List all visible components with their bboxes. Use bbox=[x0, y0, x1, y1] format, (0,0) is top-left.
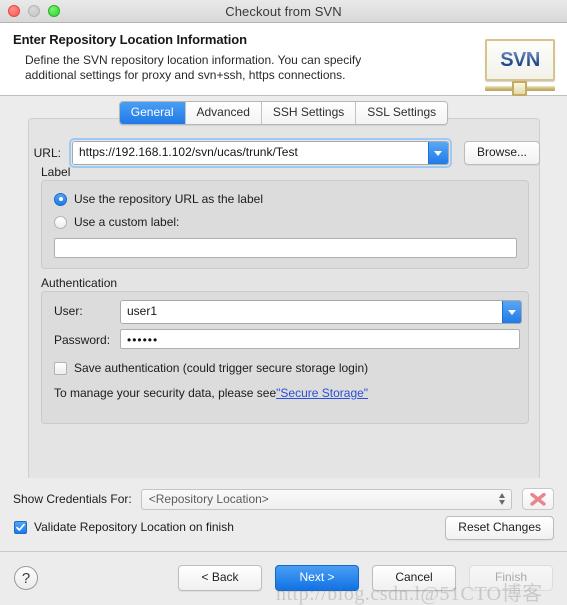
show-credentials-row: Show Credentials For: <Repository Locati… bbox=[13, 488, 554, 510]
browse-button[interactable]: Browse... bbox=[463, 141, 540, 165]
help-button[interactable]: ? bbox=[14, 566, 38, 590]
radio-use-repository-url-label: Use the repository URL as the label bbox=[74, 192, 263, 206]
save-authentication-label: Save authentication (could trigger secur… bbox=[74, 361, 369, 375]
svn-logo-node bbox=[512, 81, 527, 96]
svn-logo-screen: SVN bbox=[485, 39, 555, 81]
password-input[interactable]: •••••• bbox=[120, 329, 520, 349]
tab-advanced[interactable]: Advanced bbox=[185, 102, 262, 124]
secure-storage-note: To manage your security data, please see… bbox=[54, 386, 368, 400]
tab-general[interactable]: General bbox=[119, 102, 186, 124]
close-window-button[interactable] bbox=[8, 5, 20, 17]
label-section-title: Label bbox=[41, 165, 71, 179]
delete-credentials-button[interactable] bbox=[522, 488, 554, 510]
secure-storage-note-text: To manage your security data, please see bbox=[54, 386, 277, 400]
window-title: Checkout from SVN bbox=[225, 3, 342, 19]
reset-changes-button[interactable]: Reset Changes bbox=[445, 516, 554, 540]
general-tab-panel: URL: https://192.168.1.102/svn/ucas/trun… bbox=[28, 118, 540, 519]
finish-button: Finish bbox=[469, 565, 553, 591]
page-description-line-1: Define the SVN repository location infor… bbox=[25, 53, 362, 67]
svn-logo-text: SVN bbox=[500, 48, 540, 71]
page-description: Define the SVN repository location infor… bbox=[25, 53, 445, 83]
cancel-button[interactable]: Cancel bbox=[372, 565, 456, 591]
save-authentication-checkbox[interactable]: Save authentication (could trigger secur… bbox=[54, 361, 368, 375]
chevron-up-icon bbox=[499, 492, 505, 498]
radio-use-custom-label[interactable]: Use a custom label: bbox=[54, 215, 179, 229]
minimize-window-button[interactable] bbox=[28, 5, 40, 17]
footer-controls: Show Credentials For: <Repository Locati… bbox=[0, 478, 567, 548]
svn-logo-icon: SVN bbox=[485, 39, 555, 96]
url-dropdown-button[interactable] bbox=[427, 142, 448, 164]
secure-storage-link[interactable]: "Secure Storage" bbox=[276, 386, 368, 400]
label-section-box: Use the repository URL as the label Use … bbox=[41, 180, 529, 269]
validate-repository-checkbox[interactable]: Validate Repository Location on finish bbox=[14, 520, 234, 534]
tab-ssl-settings[interactable]: SSL Settings bbox=[356, 102, 448, 124]
authentication-section-box: User: user1 Password: •••••• Save authen… bbox=[41, 291, 529, 424]
next-button[interactable]: Next > bbox=[275, 565, 359, 591]
dialog-header: Enter Repository Location Information De… bbox=[0, 23, 567, 96]
page-title: Enter Repository Location Information bbox=[13, 32, 247, 47]
custom-label-input[interactable] bbox=[54, 238, 517, 258]
radio-use-repository-url[interactable]: Use the repository URL as the label bbox=[54, 192, 263, 206]
password-label: Password: bbox=[54, 333, 111, 347]
page-description-line-2: additional settings for proxy and svn+ss… bbox=[25, 68, 346, 82]
user-combobox[interactable]: user1 bbox=[120, 300, 522, 324]
user-input[interactable]: user1 bbox=[121, 301, 502, 323]
user-label: User: bbox=[54, 304, 83, 318]
maximize-window-button[interactable] bbox=[48, 5, 60, 17]
show-credentials-label: Show Credentials For: bbox=[13, 492, 132, 506]
validate-repository-label: Validate Repository Location on finish bbox=[34, 520, 234, 534]
back-button[interactable]: < Back bbox=[178, 565, 262, 591]
url-combobox[interactable]: https://192.168.1.102/svn/ucas/trunk/Tes… bbox=[71, 141, 449, 165]
radio-use-custom-label-label: Use a custom label: bbox=[74, 215, 180, 229]
stepper-icon[interactable] bbox=[499, 492, 505, 505]
wizard-navigation-buttons: < Back Next > Cancel Finish bbox=[178, 565, 553, 591]
show-credentials-value: <Repository Location> bbox=[148, 492, 269, 506]
chevron-down-icon bbox=[499, 499, 505, 505]
settings-tabbar: General Advanced SSH Settings SSL Settin… bbox=[0, 101, 567, 125]
svn-checkout-dialog: Checkout from SVN Enter Repository Locat… bbox=[0, 0, 567, 605]
authentication-section-title: Authentication bbox=[41, 276, 118, 290]
checkbox-indicator bbox=[54, 361, 67, 375]
url-row: URL: https://192.168.1.102/svn/ucas/trun… bbox=[30, 138, 540, 168]
checkbox-indicator bbox=[14, 520, 27, 534]
window-controls bbox=[8, 5, 60, 17]
url-label: URL: bbox=[33, 146, 61, 160]
password-row: Password: bbox=[54, 333, 116, 347]
dialog-body: General Advanced SSH Settings SSL Settin… bbox=[0, 96, 567, 536]
show-credentials-select[interactable]: <Repository Location> bbox=[140, 488, 512, 510]
wizard-buttonbar: ? < Back Next > Cancel Finish bbox=[0, 552, 567, 605]
url-combobox-focusring: https://192.168.1.102/svn/ucas/trunk/Tes… bbox=[68, 138, 452, 168]
red-x-icon bbox=[530, 492, 546, 506]
chevron-down-icon bbox=[507, 309, 516, 315]
tab-ssh-settings[interactable]: SSH Settings bbox=[261, 102, 357, 124]
url-input[interactable]: https://192.168.1.102/svn/ucas/trunk/Tes… bbox=[72, 142, 428, 164]
radio-button-indicator bbox=[54, 192, 67, 206]
user-dropdown-button[interactable] bbox=[501, 301, 521, 323]
user-row: User: bbox=[54, 304, 116, 318]
chevron-down-icon bbox=[434, 150, 443, 156]
radio-button-indicator bbox=[54, 215, 67, 229]
window-titlebar: Checkout from SVN bbox=[0, 0, 567, 23]
